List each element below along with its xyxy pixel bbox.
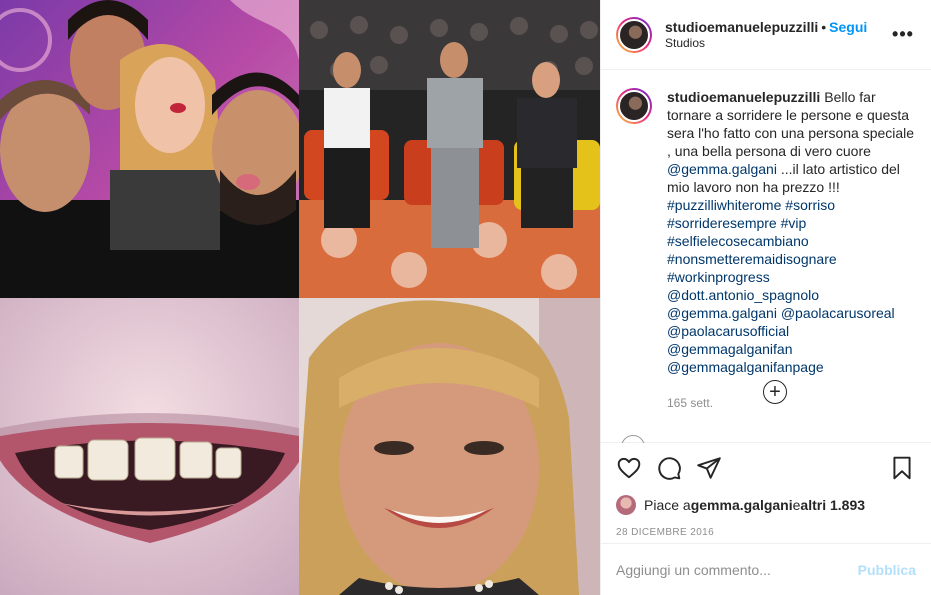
likes-prefix: Piace a (644, 497, 691, 513)
more-options-icon[interactable]: ••• (891, 24, 915, 45)
likes-others[interactable]: altri 1.893 (800, 497, 865, 513)
hashtag-link[interactable]: #workinprogress (667, 269, 770, 285)
collage-photo-selfie (0, 0, 299, 298)
likes-middle: e (792, 497, 801, 513)
caption-text: studioemanuelepuzzilli Bello far tornare … (667, 88, 915, 412)
separator-dot: • (821, 19, 827, 35)
collage-photo-smiling-woman (299, 298, 600, 595)
post-date[interactable]: 28 DICEMBRE 2016 (616, 527, 915, 538)
post-actions: Piace a gemma.galgani e altri 1.893 28 D… (601, 442, 931, 542)
share-icon[interactable] (696, 455, 722, 481)
bookmark-icon[interactable] (889, 455, 915, 481)
collage-photo-smile-closeup (0, 298, 299, 595)
hashtag-link[interactable]: #nonsmetteremaidisognare (667, 251, 837, 267)
follow-button[interactable]: Segui (829, 19, 867, 35)
caption-username[interactable]: studioemanuelepuzzilli (667, 89, 820, 105)
post-side-panel: studioemanuelepuzzilli • Segui Studios •••… (600, 0, 931, 595)
caption-time-ago[interactable]: 165 sett. (667, 394, 915, 412)
post-header: studioemanuelepuzzilli • Segui Studios ••• (601, 0, 931, 70)
avatar[interactable] (616, 16, 652, 53)
add-comment-form: Pubblica (601, 543, 931, 595)
mention-link[interactable]: @gemma.galgani (667, 161, 777, 177)
hashtag-link[interactable]: #vip (781, 215, 807, 231)
caption-avatar[interactable] (616, 88, 652, 124)
heart-icon[interactable] (616, 455, 642, 481)
hashtag-link[interactable]: #sorriso (785, 197, 835, 213)
mention-link[interactable]: @paolacarusoreal (781, 305, 895, 321)
hashtag-link[interactable]: #selfielecosecambiano (667, 233, 809, 249)
hashtag-link[interactable]: #sorrideresempre (667, 215, 777, 231)
mention-link[interactable]: @gemmagalganifanpage (667, 359, 824, 375)
mention-link[interactable]: @gemma.galgani (667, 305, 777, 321)
mention-link[interactable]: @dott.antonio_spagnolo (667, 287, 819, 303)
post-location[interactable]: Studios (665, 36, 891, 51)
publish-button[interactable]: Pubblica (858, 562, 916, 578)
next-comment-avatar (621, 435, 645, 443)
comment-input[interactable] (616, 561, 858, 578)
comment-icon[interactable] (656, 455, 682, 481)
likes-summary[interactable]: Piace a gemma.galgani e altri 1.893 (616, 495, 915, 515)
collage-photo-tv-studio (299, 0, 600, 298)
post-image-collage[interactable] (0, 0, 600, 595)
liker-username[interactable]: gemma.galgani (691, 497, 793, 513)
post-caption: studioemanuelepuzzilli Bello far tornare … (616, 88, 915, 412)
liker-avatar (616, 495, 636, 515)
comments-section: studioemanuelepuzzilli Bello far tornare … (601, 70, 931, 443)
mention-link[interactable]: @gemmagalganifan (667, 341, 793, 357)
mention-link[interactable]: @paolacarusofficial (667, 323, 789, 339)
plus-circle-icon[interactable]: + (763, 380, 787, 404)
hashtag-link[interactable]: #puzzilliwhiterome (667, 197, 781, 213)
author-username[interactable]: studioemanuelepuzzilli (665, 19, 818, 35)
post-author-info: studioemanuelepuzzilli • Segui Studios (665, 18, 891, 51)
